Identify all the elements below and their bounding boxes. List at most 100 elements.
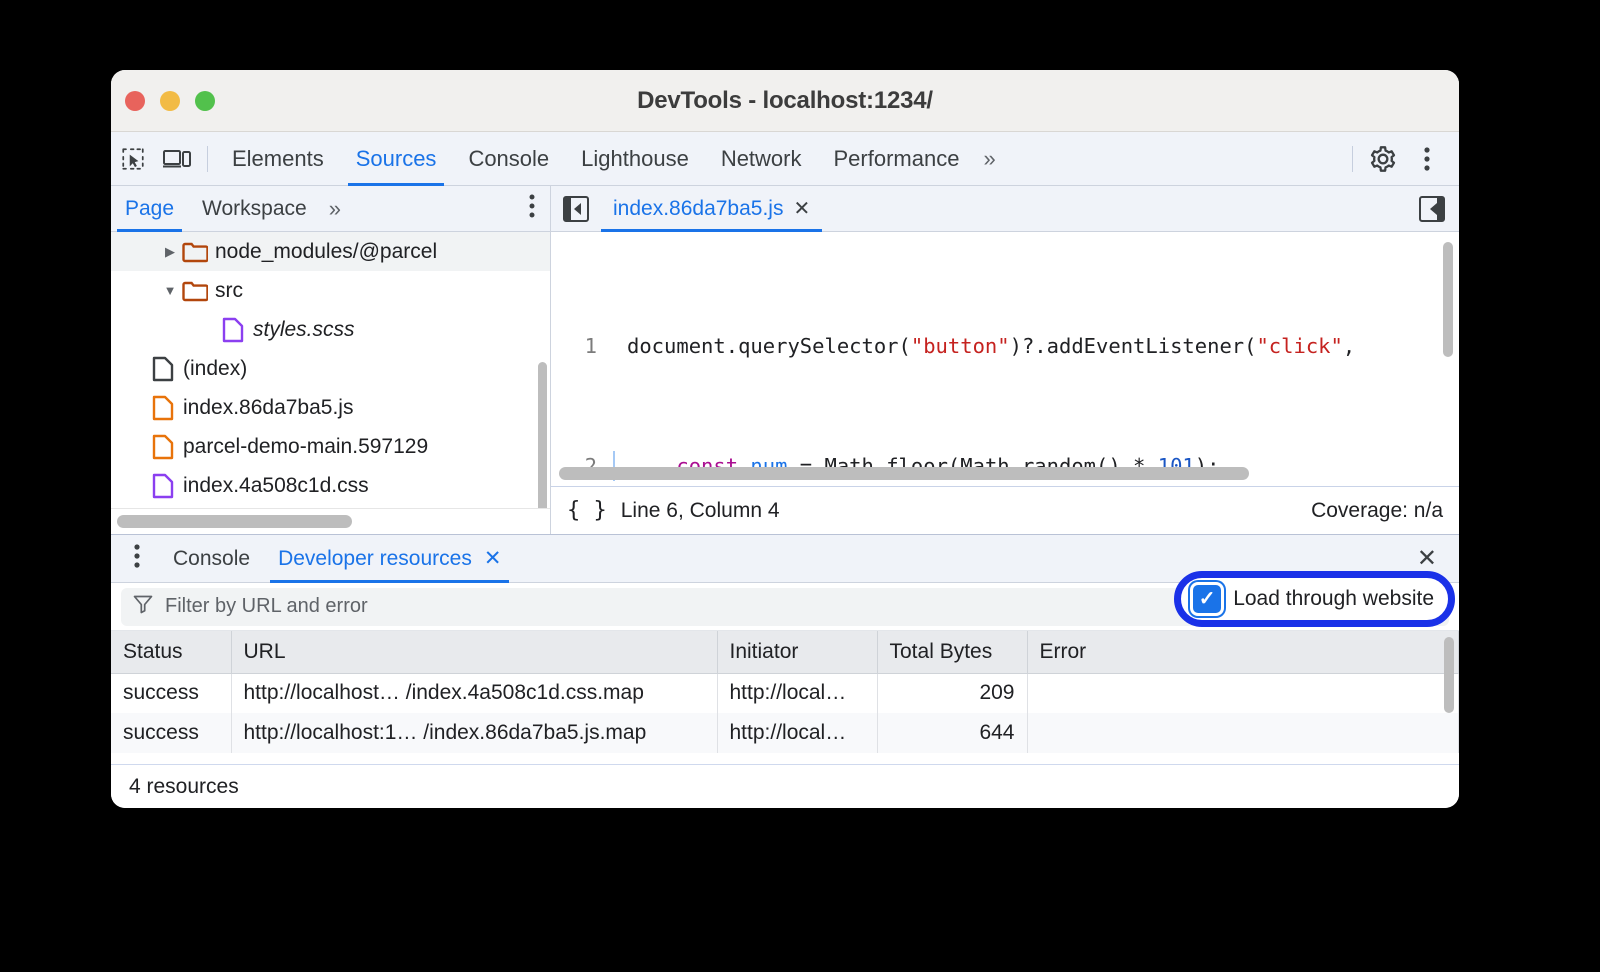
line-number: 1 bbox=[551, 331, 613, 361]
table-header-row: Status URL Initiator Total Bytes Error bbox=[111, 631, 1459, 673]
file-icon bbox=[149, 395, 177, 421]
tree-item-index-css[interactable]: index.4a508c1d.css bbox=[111, 466, 550, 505]
load-through-website-highlight: ✓ Load through website bbox=[1174, 571, 1455, 627]
resources-table-wrapper: Status URL Initiator Total Bytes Error s… bbox=[111, 631, 1459, 764]
filter-placeholder: Filter by URL and error bbox=[165, 595, 368, 618]
code-viewer[interactable]: 1document.querySelector("button")?.addEv… bbox=[551, 232, 1459, 486]
tree-item-src[interactable]: ▼ src bbox=[111, 271, 550, 310]
tree-item-label: parcel-demo-main.597129 bbox=[177, 435, 428, 459]
drawer-tab-console[interactable]: Console bbox=[159, 535, 264, 583]
table-row[interactable]: success http://localhost… /index.4a508c1… bbox=[111, 673, 1459, 713]
resources-count: 4 resources bbox=[111, 764, 1459, 808]
window-titlebar: DevTools - localhost:1234/ bbox=[111, 70, 1459, 132]
collapse-sidebar-icon[interactable] bbox=[563, 196, 589, 222]
tab-network[interactable]: Network bbox=[705, 132, 818, 186]
close-icon[interactable]: ✕ bbox=[484, 546, 502, 571]
tree-item-label: index.86da7ba5.js bbox=[177, 396, 353, 420]
cell-url: http://localhost… /index.4a508c1d.css.ma… bbox=[231, 673, 717, 713]
code-content: 1document.querySelector("button")?.addEv… bbox=[551, 232, 1459, 486]
column-header-status[interactable]: Status bbox=[111, 631, 231, 673]
tree-item-parcel-demo-main[interactable]: parcel-demo-main.597129 bbox=[111, 427, 550, 466]
nav-more-tabs-icon[interactable]: » bbox=[321, 196, 349, 222]
window-title: DevTools - localhost:1234/ bbox=[111, 87, 1459, 115]
column-header-initiator[interactable]: Initiator bbox=[717, 631, 877, 673]
editor-tab-label: index.86da7ba5.js bbox=[613, 197, 783, 221]
file-icon bbox=[149, 434, 177, 460]
tab-sources[interactable]: Sources bbox=[340, 132, 453, 186]
editor-horizontal-scrollbar[interactable] bbox=[559, 467, 1249, 480]
cell-initiator: http://local… bbox=[717, 713, 877, 753]
toolbar-divider bbox=[207, 146, 208, 172]
nav-tab-page[interactable]: Page bbox=[111, 186, 188, 232]
sources-panel: Page Workspace » ▶ bbox=[111, 186, 1459, 534]
load-through-website-checkbox[interactable]: ✓ bbox=[1193, 585, 1221, 613]
close-drawer-button[interactable]: ✕ bbox=[1417, 544, 1459, 573]
file-icon bbox=[149, 356, 177, 382]
navigator-vertical-scrollbar[interactable] bbox=[538, 362, 547, 508]
editor-tabbar: index.86da7ba5.js ✕ bbox=[551, 186, 1459, 232]
tree-item-node-modules[interactable]: ▶ node_modules/@parcel bbox=[111, 232, 550, 271]
coverage-status: Coverage: n/a bbox=[1311, 499, 1443, 523]
folder-icon bbox=[181, 280, 209, 302]
tree-item-label: styles.scss bbox=[247, 318, 355, 342]
table-vertical-scrollbar[interactable] bbox=[1444, 637, 1454, 713]
tree-item-index[interactable]: (index) bbox=[111, 349, 550, 388]
close-icon[interactable]: ✕ bbox=[793, 196, 810, 221]
tab-console[interactable]: Console bbox=[452, 132, 565, 186]
editor-pane: index.86da7ba5.js ✕ 1document.querySelec… bbox=[551, 186, 1459, 534]
line-text: document.querySelector("button")?.addEve… bbox=[615, 331, 1355, 361]
pretty-print-icon[interactable]: { } bbox=[567, 498, 607, 523]
toolbar-divider-right bbox=[1352, 146, 1353, 172]
resources-table: Status URL Initiator Total Bytes Error s… bbox=[111, 631, 1459, 753]
filter-funnel-icon bbox=[133, 594, 153, 619]
collapse-right-sidebar-icon[interactable] bbox=[1419, 196, 1445, 222]
drawer-tab-label: Developer resources bbox=[278, 547, 472, 571]
nav-tab-workspace[interactable]: Workspace bbox=[188, 186, 321, 232]
column-header-url[interactable]: URL bbox=[231, 631, 717, 673]
column-header-error[interactable]: Error bbox=[1027, 631, 1459, 673]
tab-elements[interactable]: Elements bbox=[216, 132, 340, 186]
editor-vertical-scrollbar[interactable] bbox=[1443, 242, 1453, 357]
load-through-website-label: Load through website bbox=[1233, 587, 1434, 611]
tree-item-label: node_modules/@parcel bbox=[209, 240, 437, 264]
drawer-tab-label: Console bbox=[173, 547, 250, 571]
inspect-element-icon[interactable] bbox=[111, 139, 155, 179]
expand-arrow-icon[interactable]: ▶ bbox=[159, 244, 181, 260]
toolbar-right-actions bbox=[1344, 139, 1459, 179]
device-toolbar-icon[interactable] bbox=[155, 139, 199, 179]
editor-tab-index-js[interactable]: index.86da7ba5.js ✕ bbox=[601, 186, 822, 232]
more-tabs-icon[interactable]: » bbox=[975, 146, 1003, 172]
cell-url: http://localhost:1… /index.86da7ba5.js.m… bbox=[231, 713, 717, 753]
drawer-tab-developer-resources[interactable]: Developer resources ✕ bbox=[264, 535, 515, 583]
cursor-position: Line 6, Column 4 bbox=[621, 499, 780, 523]
navigator-horizontal-scrollbar[interactable] bbox=[117, 515, 352, 528]
tree-item-index-js[interactable]: index.86da7ba5.js bbox=[111, 388, 550, 427]
file-icon bbox=[149, 473, 177, 499]
kebab-menu-icon[interactable] bbox=[1405, 139, 1449, 179]
tab-performance[interactable]: Performance bbox=[818, 132, 976, 186]
cell-status: success bbox=[111, 713, 231, 753]
file-tree: ▶ node_modules/@parcel ▼ bbox=[111, 232, 550, 508]
tree-item-styles-scss[interactable]: styles.scss bbox=[111, 310, 550, 349]
column-header-total-bytes[interactable]: Total Bytes bbox=[877, 631, 1027, 673]
cell-error bbox=[1027, 673, 1459, 713]
tab-lighthouse[interactable]: Lighthouse bbox=[565, 132, 705, 186]
table-row[interactable]: success http://localhost:1… /index.86da7… bbox=[111, 713, 1459, 753]
devtools-window: DevTools - localhost:1234/ Elements Sour… bbox=[111, 70, 1459, 808]
gear-icon[interactable] bbox=[1361, 139, 1405, 179]
cell-total-bytes: 644 bbox=[877, 713, 1027, 753]
code-line: 1document.querySelector("button")?.addEv… bbox=[551, 331, 1459, 361]
devtools-main-toolbar: Elements Sources Console Lighthouse Netw… bbox=[111, 132, 1459, 186]
drawer-panel: Console Developer resources ✕ ✕ Filter b… bbox=[111, 534, 1459, 808]
collapse-arrow-icon[interactable]: ▼ bbox=[159, 283, 181, 298]
editor-status-bar: { } Line 6, Column 4 Coverage: n/a bbox=[551, 486, 1459, 534]
navigator-pane: Page Workspace » ▶ bbox=[111, 186, 551, 534]
navigator-kebab-menu-icon[interactable] bbox=[528, 193, 550, 224]
drawer-kebab-menu-icon[interactable] bbox=[111, 543, 159, 574]
folder-icon bbox=[181, 241, 209, 263]
tree-item-label: (index) bbox=[177, 357, 247, 381]
tree-item-label: index.4a508c1d.css bbox=[177, 474, 369, 498]
navigator-tabbar: Page Workspace » bbox=[111, 186, 550, 232]
file-icon bbox=[219, 317, 247, 343]
cell-status: success bbox=[111, 673, 231, 713]
